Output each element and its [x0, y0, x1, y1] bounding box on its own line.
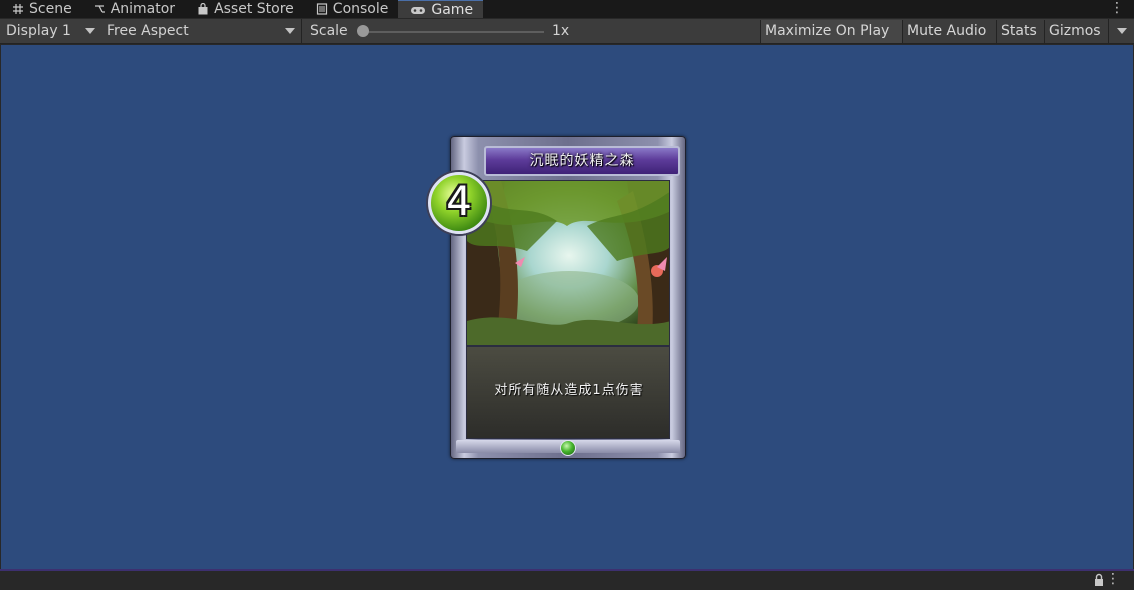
chevron-down-icon — [285, 28, 295, 34]
tab-label: Asset Store — [214, 1, 294, 17]
aspect-dropdown[interactable]: Free Aspect — [101, 19, 301, 43]
editor-tab-bar: Scene Animator Asset Store Console Game … — [0, 0, 1134, 18]
display-label: Display 1 — [6, 23, 71, 39]
tab-game[interactable]: Game — [398, 0, 484, 18]
console-icon — [316, 3, 327, 15]
maximize-on-play-button[interactable]: Maximize On Play — [760, 20, 902, 43]
display-dropdown[interactable]: Display 1 — [0, 19, 101, 43]
aspect-label: Free Aspect — [107, 23, 189, 39]
card-art-forest — [466, 180, 670, 346]
game-view-toolbar: Display 1 Free Aspect Scale 1x Maximize … — [0, 19, 1134, 44]
tab-label: Game — [431, 1, 474, 18]
spell-card[interactable]: 沉眠的妖精之森 对所有随从造成1点伤害 4 — [428, 136, 686, 459]
tab-scene[interactable]: Scene — [0, 0, 82, 18]
stats-button[interactable]: Stats — [996, 20, 1044, 43]
status-bar: ⋮ — [0, 569, 1134, 590]
chevron-down-icon — [85, 28, 95, 34]
card-description: 对所有随从造成1点伤害 — [494, 383, 644, 398]
bag-icon — [198, 3, 208, 15]
tab-asset-store[interactable]: Asset Store — [185, 0, 304, 18]
card-name: 沉眠的妖精之森 — [529, 153, 635, 169]
tab-label: Scene — [29, 1, 72, 17]
mana-cost: 4 — [446, 179, 472, 225]
tab-animator[interactable]: Animator — [82, 0, 185, 18]
forest-illustration — [467, 181, 669, 345]
grid-icon — [13, 4, 23, 14]
gizmos-dropdown[interactable] — [1108, 19, 1134, 43]
scale-value: 1x — [552, 23, 570, 39]
tab-console[interactable]: Console — [304, 0, 399, 18]
rarity-gem-icon — [560, 440, 576, 456]
chevron-down-icon — [1117, 28, 1127, 34]
lock-icon[interactable] — [1094, 573, 1104, 587]
card-description-box: 对所有随从造成1点伤害 — [466, 346, 670, 439]
scale-label: Scale — [310, 23, 348, 39]
scale-slider-thumb[interactable] — [357, 25, 369, 37]
gamepad-icon — [411, 6, 426, 14]
scale-slider-track[interactable] — [362, 31, 544, 33]
mute-audio-button[interactable]: Mute Audio — [902, 20, 996, 43]
game-viewport[interactable]: 沉眠的妖精之森 对所有随从造成1点伤害 4 — [1, 45, 1133, 569]
gizmos-button[interactable]: Gizmos — [1044, 20, 1108, 43]
tab-label: Console — [332, 1, 389, 17]
tab-label: Animator — [110, 1, 176, 17]
status-menu-kebab-icon[interactable]: ⋮ — [1106, 571, 1120, 587]
tab-menu-kebab-icon[interactable]: ⋮ — [1110, 0, 1124, 18]
animator-icon — [94, 5, 105, 13]
